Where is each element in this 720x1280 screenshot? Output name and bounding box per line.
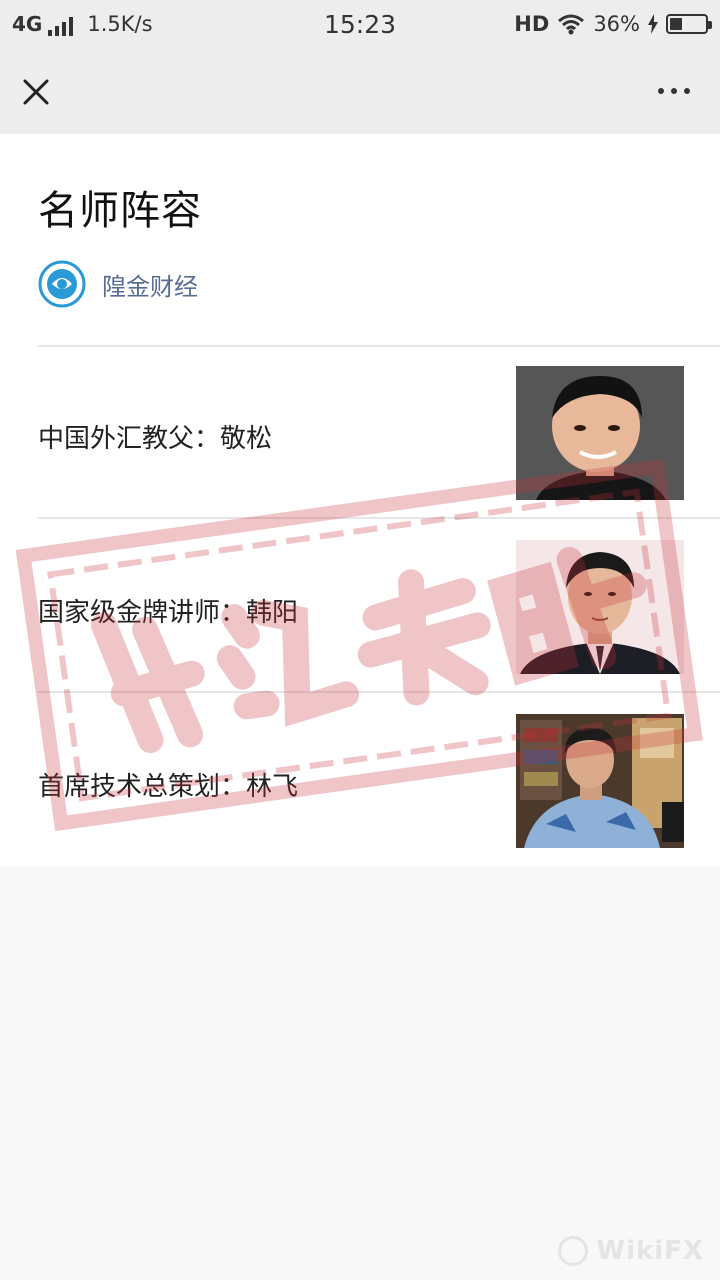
more-button[interactable] <box>658 88 690 94</box>
teacher-photo <box>516 366 684 500</box>
divider <box>38 345 720 347</box>
author-logo <box>38 260 86 308</box>
article-card: 名师阵容 隍金财经 中国外汇教父：敬松 国家级金牌讲师：韩阳 首席技术总策划：林… <box>0 134 720 866</box>
battery-percent: 36% <box>593 12 640 36</box>
charging-icon <box>648 14 658 34</box>
author-link[interactable]: 隍金财经 <box>38 260 198 308</box>
teacher-photo <box>516 714 684 848</box>
close-icon <box>23 79 49 105</box>
teacher-row: 中国外汇教父：敬松 <box>0 364 720 504</box>
article-title: 名师阵容 <box>38 188 202 234</box>
hd-indicator: HD <box>514 12 550 36</box>
watermark-logo-icon <box>558 1236 589 1266</box>
teacher-label: 中国外汇教父：敬松 <box>38 424 273 454</box>
status-bar: 4G 1.5K/s 15:23 HD 36% <box>0 0 720 50</box>
teacher-row: 国家级金牌讲师：韩阳 <box>0 536 720 676</box>
close-button[interactable] <box>18 74 54 110</box>
teacher-row: 首席技术总策划：林飞 <box>0 710 720 850</box>
nav-bar <box>0 50 720 134</box>
watermark-text: WikiFX <box>596 1236 704 1266</box>
more-dot <box>671 88 677 94</box>
more-dot <box>684 88 690 94</box>
teacher-label: 首席技术总策划：林飞 <box>38 772 299 802</box>
battery-icon <box>666 14 712 34</box>
more-dot <box>658 88 664 94</box>
teacher-photo <box>516 540 684 674</box>
teacher-label: 国家级金牌讲师：韩阳 <box>38 598 299 628</box>
corner-watermark: WikiFX <box>558 1236 704 1266</box>
status-right: HD 36% <box>514 12 712 36</box>
author-name: 隍金财经 <box>102 272 198 301</box>
wifi-icon <box>557 13 585 35</box>
divider <box>38 691 720 693</box>
divider <box>38 517 720 519</box>
